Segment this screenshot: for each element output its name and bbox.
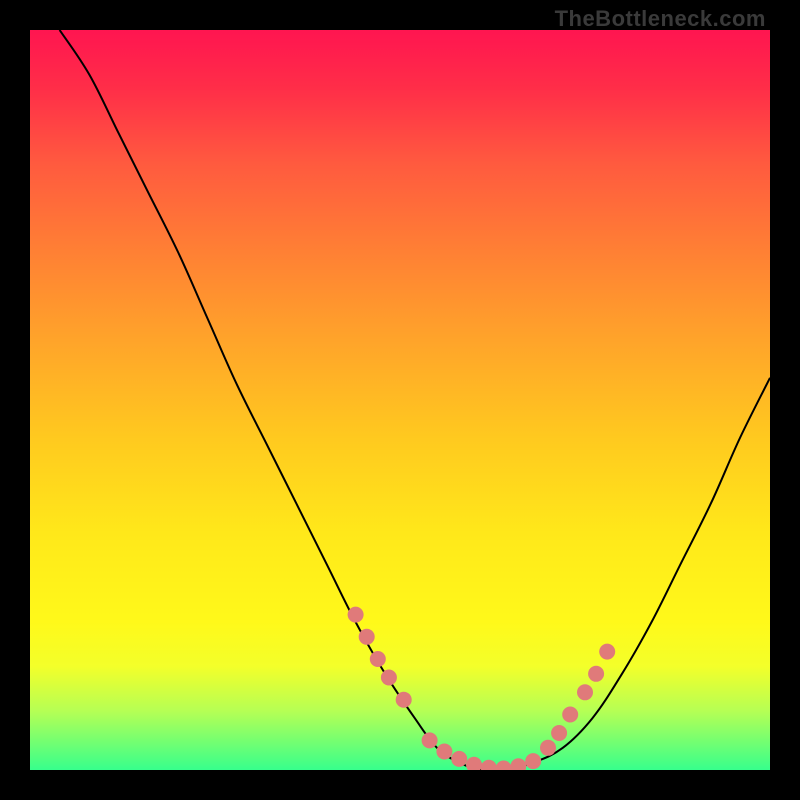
highlight-dot <box>577 684 593 700</box>
bottleneck-curve <box>60 30 770 770</box>
highlight-dot <box>599 644 615 660</box>
highlight-dot <box>496 761 512 771</box>
highlight-dot <box>451 751 467 767</box>
highlight-dot <box>562 707 578 723</box>
highlight-dot <box>422 732 438 748</box>
bottleneck-chart <box>30 30 770 770</box>
highlight-dot <box>540 740 556 756</box>
highlight-dot <box>436 744 452 760</box>
highlight-dot <box>481 760 497 770</box>
highlight-dot <box>525 753 541 769</box>
highlight-dot <box>466 757 482 770</box>
highlight-dot <box>381 670 397 686</box>
attribution-text: TheBottleneck.com <box>555 6 766 32</box>
highlight-dots <box>348 607 616 770</box>
highlight-dot <box>348 607 364 623</box>
highlight-dot <box>510 758 526 770</box>
highlight-dot <box>551 725 567 741</box>
highlight-dot <box>396 692 412 708</box>
highlight-dot <box>359 629 375 645</box>
highlight-dot <box>588 666 604 682</box>
highlight-dot <box>370 651 386 667</box>
